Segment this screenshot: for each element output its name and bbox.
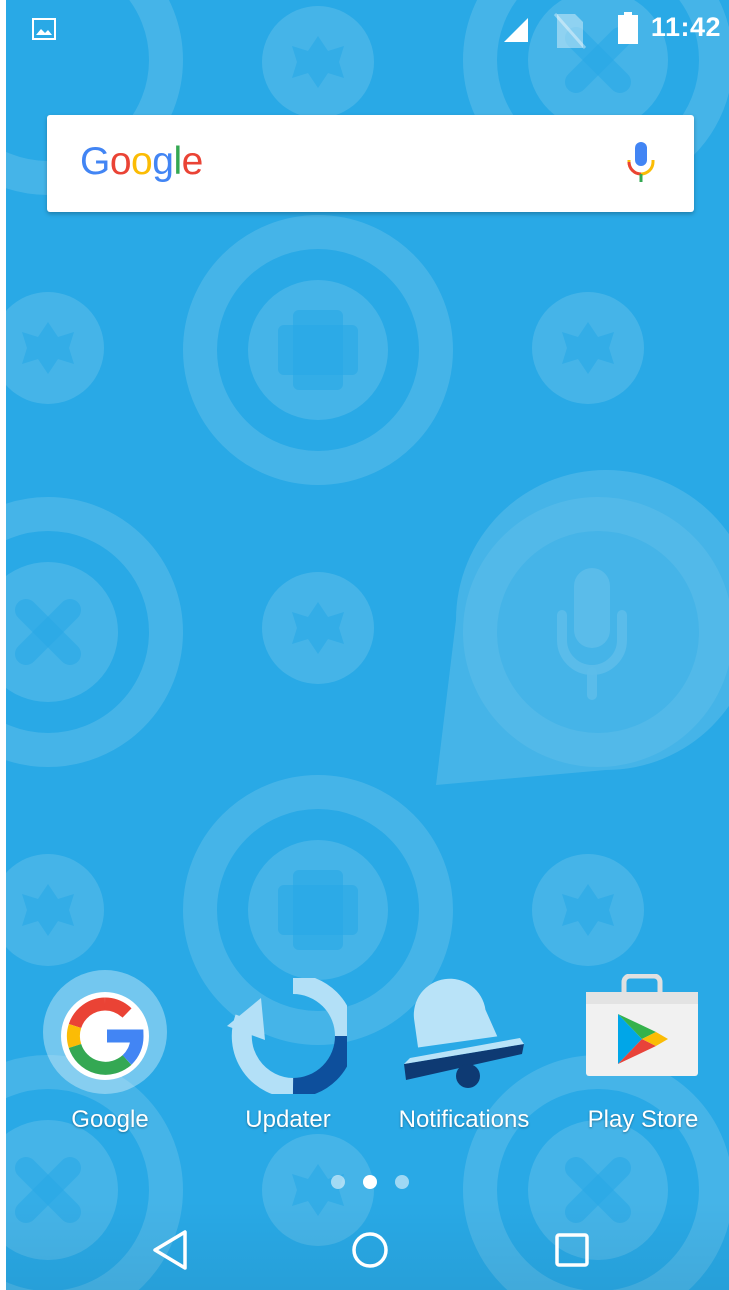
page-dot[interactable] [395, 1175, 409, 1189]
google-logo-letter: g [152, 140, 174, 183]
home-icon [352, 1232, 388, 1268]
status-time: 11:42 [650, 12, 721, 42]
app-label: Play Store [587, 1106, 699, 1133]
battery-icon [618, 12, 638, 44]
recents-button[interactable] [541, 1222, 601, 1278]
google-logo-letter: e [181, 140, 204, 183]
app-label: Updater [245, 1106, 331, 1133]
recents-icon [555, 1233, 589, 1267]
app-google[interactable]: Google [29, 970, 179, 1140]
back-button[interactable] [141, 1222, 201, 1278]
microphone-icon[interactable] [618, 142, 664, 186]
page-dot-active[interactable] [363, 1175, 377, 1189]
page-indicator [329, 1173, 409, 1193]
bell-icon [396, 970, 524, 1094]
google-logo-letter: G [80, 140, 110, 183]
page-dot[interactable] [331, 1175, 345, 1189]
app-label: Notifications [398, 1106, 530, 1133]
google-logo-letter: o [109, 140, 132, 183]
navigation-bar [6, 1200, 729, 1290]
home-button[interactable] [340, 1222, 400, 1278]
cell-signal-icon [504, 18, 528, 42]
app-play-store[interactable]: Play Store [562, 970, 712, 1140]
back-icon [153, 1230, 187, 1270]
app-updater[interactable]: Updater [207, 970, 357, 1140]
app-label: Google [71, 1106, 149, 1133]
no-sim-icon [553, 13, 587, 49]
gallery-icon [32, 18, 56, 40]
updater-icon [223, 974, 355, 1102]
play-store-icon [580, 973, 704, 1098]
app-notifications[interactable]: Notifications [384, 970, 534, 1140]
status-bar: 11:42 [6, 0, 729, 56]
google-logo-letter: l [173, 140, 182, 183]
home-screen: 11:42 Google Google Updater Notification… [6, 0, 729, 1290]
google-logo-letter: o [131, 140, 153, 183]
google-logo: Google [80, 137, 203, 187]
google-app-icon [43, 970, 167, 1094]
google-search-bar[interactable]: Google [47, 115, 694, 212]
